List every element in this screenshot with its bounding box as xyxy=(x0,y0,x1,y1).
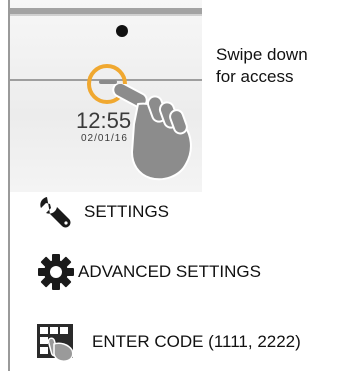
menu-item-enter-code[interactable]: ENTER CODE (1111, 2222) xyxy=(36,322,301,362)
device-screen: 12:55 P 02/01/16 xyxy=(10,0,202,192)
keypad-tap-icon xyxy=(36,322,76,362)
swipe-instruction: Swipe down for access xyxy=(216,44,308,88)
gear-icon xyxy=(36,252,76,292)
menu-item-label: SETTINGS xyxy=(84,202,170,221)
swipe-instruction-line2: for access xyxy=(216,67,294,86)
menu-item-label: ADVANCED SETTINGS xyxy=(78,262,261,281)
screen-top-bar-highlight xyxy=(10,14,202,16)
camera-dot xyxy=(116,25,128,37)
swipe-instruction-line1: Swipe down xyxy=(216,45,308,64)
wrench-icon xyxy=(36,192,76,232)
menu-item-label: ENTER CODE (1111, 2222) xyxy=(92,332,301,351)
menu-item-settings[interactable]: SETTINGS xyxy=(36,192,169,232)
menu-item-advanced-settings[interactable]: ADVANCED SETTINGS xyxy=(36,252,261,292)
pointing-hand-icon xyxy=(112,84,192,181)
